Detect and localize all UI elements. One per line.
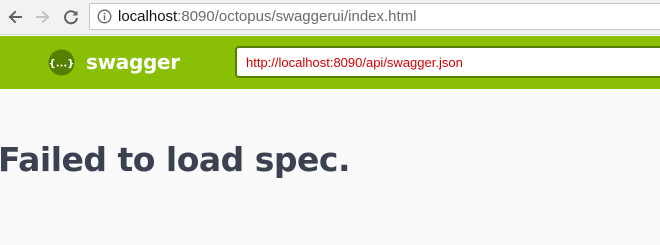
swagger-logo-icon: {...} [48, 49, 75, 76]
reload-button[interactable] [60, 6, 82, 28]
reload-icon [64, 10, 78, 25]
url-text: localhost:8090/octopus/swaggerui/index.h… [118, 8, 417, 25]
url-host: localhost [118, 8, 178, 25]
logo-text: swagger [86, 50, 180, 74]
info-icon[interactable] [97, 9, 112, 24]
url-path: :8090/octopus/swaggerui/index.html [177, 8, 417, 25]
arrow-left-icon [8, 10, 22, 24]
address-bar[interactable]: localhost:8090/octopus/swaggerui/index.h… [89, 3, 660, 30]
arrow-right-icon [36, 10, 50, 24]
spec-url-input[interactable] [235, 46, 660, 78]
error-message: Failed to load spec. [0, 140, 351, 179]
back-button[interactable] [4, 6, 26, 28]
browser-toolbar: localhost:8090/octopus/swaggerui/index.h… [0, 0, 660, 35]
forward-button[interactable] [32, 6, 54, 28]
swagger-logo[interactable]: {...} swagger [48, 49, 180, 76]
main-content: Failed to load spec. [0, 89, 660, 245]
logo-glyph: {...} [49, 59, 75, 70]
